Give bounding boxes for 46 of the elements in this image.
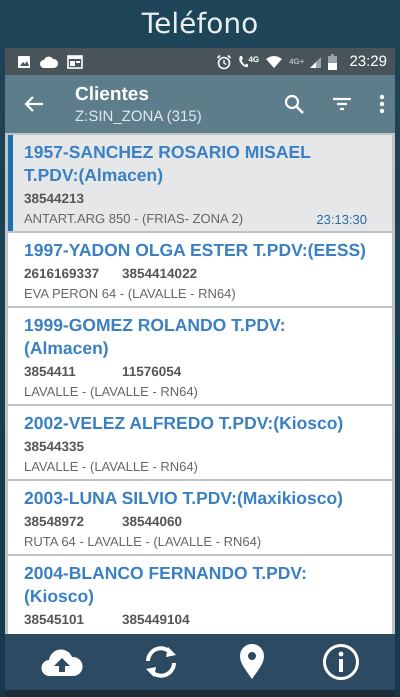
phone-number: 11576054 — [122, 363, 182, 381]
client-name: 2004-BLANCO FERNANDO T.PDV: (Kiosco) — [24, 562, 308, 608]
client-address: LAVALLE - (LAVALLE - RN64) — [24, 458, 198, 475]
phone-number: 38548972 — [24, 513, 86, 531]
image-icon — [17, 54, 31, 68]
cloud-icon — [39, 54, 59, 68]
battery-icon — [328, 54, 338, 70]
clock-time: 23:29 — [349, 53, 387, 70]
client-item[interactable]: 2002-VELEZ ALFREDO T.PDV:(Kiosco) 38544335 LAVALLE - (LAVALLE - RN64) — [8, 406, 392, 479]
client-item[interactable]: 1999-GOMEZ ROLANDO T.PDV: (Almacen) 3854411 11576054 LAVALLE - (LAVALLE - RN64) — [8, 308, 392, 404]
client-address: EVA PERON 64 - (LAVALLE - RN64) — [24, 285, 236, 302]
app-subtitle: Z:SIN_ZONA (315) — [75, 108, 202, 124]
info-button[interactable] — [322, 643, 360, 681]
phone-number: 38545101 — [24, 611, 86, 629]
client-item[interactable]: 1997-YADON OLGA ESTER T.PDV:(EESS) 2616169337 3854414022 EVA PERON 64 - (LAVALLE - RN64) — [8, 233, 392, 306]
phone-number: 2616169337 — [24, 265, 100, 283]
network-label: 4G+ — [289, 57, 304, 66]
phone-number: 38544060 — [122, 513, 184, 531]
visit-time: 23:13:30 — [316, 212, 367, 227]
client-name: 1957-SANCHEZ ROSARIO MISAEL T.PDV:(Almacen) — [24, 141, 312, 187]
network-label: 4G — [248, 54, 260, 64]
client-name: 1997-YADON OLGA ESTER T.PDV:(EESS) — [24, 239, 367, 262]
screen-title: Teléfono — [142, 6, 258, 42]
signal-icon — [310, 54, 322, 68]
client-item[interactable]: 1957-SANCHEZ ROSARIO MISAEL T.PDV:(Almacen) 38544213 ANTART.ARG 850 - (FRIAS- ZONA 2) 23:13:30 — [8, 135, 392, 231]
client-item[interactable]: 2004-BLANCO FERNANDO T.PDV: (Kiosco) 38545101 385449104 — [8, 556, 392, 634]
location-button[interactable] — [238, 644, 265, 680]
alarm-icon — [216, 54, 232, 70]
client-address: ANTART.ARG 850 - (FRIAS- ZONA 2) — [24, 210, 244, 227]
more-icon — [379, 94, 385, 114]
client-item[interactable]: 2003-LUNA SILVIO T.PDV:(Maxikiosco) 38548972 38544060 RUTA 64 - LAVALLE - (LAVALLE - RN64) — [8, 481, 392, 554]
calendar-icon — [67, 54, 83, 68]
phone-icon — [238, 54, 248, 68]
app-title: Clientes — [75, 84, 149, 106]
client-address: RUTA 64 - LAVALLE - (LAVALLE - RN64) — [24, 533, 262, 550]
phone-number: 3854411 — [24, 363, 77, 381]
phone-number: 38544335 — [24, 438, 86, 456]
phone-number: 385449104 — [122, 611, 191, 629]
client-name: 2003-LUNA SILVIO T.PDV:(Maxikiosco) — [24, 487, 344, 510]
phone-number: 38544213 — [24, 190, 86, 208]
client-name: 1999-GOMEZ ROLANDO T.PDV: (Almacen) — [24, 314, 287, 360]
search-icon — [283, 93, 305, 115]
client-name: 2002-VELEZ ALFREDO T.PDV:(Kiosco) — [24, 412, 344, 435]
phone-number: 3854414022 — [122, 265, 198, 283]
client-address: LAVALLE - (LAVALLE - RN64) — [24, 383, 198, 400]
wifi-icon — [265, 54, 284, 68]
